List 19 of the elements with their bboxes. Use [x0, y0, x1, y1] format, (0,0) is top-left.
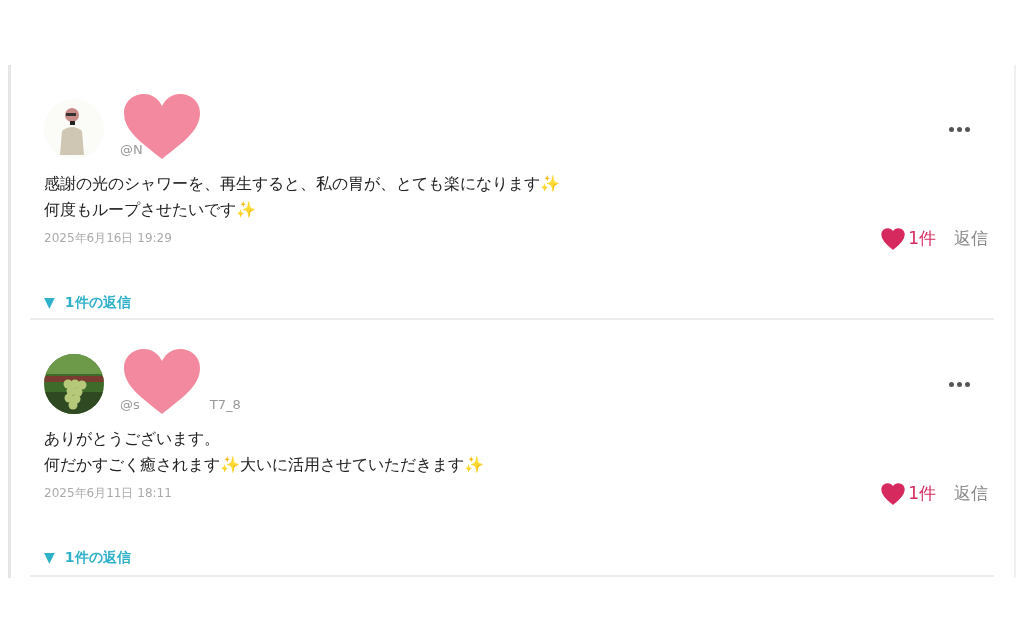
- comment-text: 何だかすごく癒されます✨大いに活用させていただきます✨: [44, 454, 485, 476]
- comment-text: 感謝の光のシャワーを、再生すると、私の胃が、とても楽になります✨: [44, 173, 561, 195]
- like-button[interactable]: 1件: [881, 227, 936, 250]
- replies-toggle[interactable]: ▼ 1件の返信: [44, 549, 131, 567]
- heart-icon: [881, 482, 906, 505]
- replies-toggle[interactable]: ▼ 1件の返信: [44, 294, 131, 312]
- user-handle: T7_8: [209, 396, 241, 412]
- heart-icon: [881, 227, 906, 250]
- comment-date: 2025年6月16日 19:29: [44, 230, 172, 247]
- reply-button[interactable]: 返信: [954, 482, 988, 505]
- heart-sticker-icon: [122, 348, 202, 416]
- reply-button[interactable]: 返信: [954, 227, 988, 250]
- like-button[interactable]: 1件: [881, 482, 936, 505]
- user-handle: @N: [120, 141, 143, 157]
- heart-sticker-icon: [122, 93, 202, 161]
- comment-date: 2025年6月11日 18:11: [44, 485, 172, 502]
- user-handle: @s: [120, 396, 140, 412]
- comment-text: 何度もループさせたいです✨: [44, 199, 257, 221]
- comment-text: ありがとうございます。: [44, 428, 221, 450]
